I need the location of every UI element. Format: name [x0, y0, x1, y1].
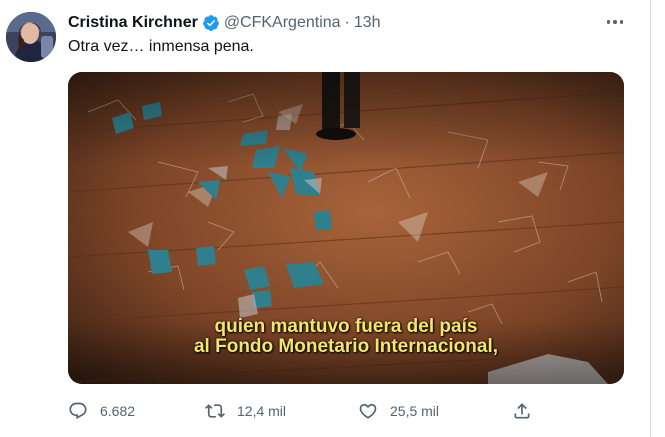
share-button[interactable] — [512, 397, 544, 425]
tweet-actions: 6.682 12,4 mil 25,5 mil — [68, 397, 628, 425]
verified-badge-icon — [202, 15, 219, 31]
tweet-video[interactable]: quien mantuvo fuera del país al Fondo Mo… — [68, 72, 624, 384]
reply-icon — [69, 402, 87, 420]
avatar[interactable] — [6, 12, 56, 62]
author-handle[interactable]: @CFKArgentina — [224, 14, 341, 32]
like-button[interactable]: 25,5 mil — [358, 397, 439, 425]
reply-count: 6.682 — [100, 403, 136, 419]
author-name[interactable]: Cristina Kirchner — [68, 14, 198, 32]
separator-dot: · — [344, 14, 350, 31]
tweet-card[interactable]: Cristina Kirchner @CFKArgentina · 13h Ot… — [0, 0, 651, 437]
video-caption-line1: quien mantuvo fuera del país — [214, 316, 478, 337]
retweet-count: 12,4 mil — [237, 403, 287, 419]
video-caption-line2: al Fondo Monetario Internacional, — [193, 336, 499, 357]
retweet-button[interactable]: 12,4 mil — [205, 397, 286, 425]
tweet-header: Cristina Kirchner @CFKArgentina · 13h — [68, 13, 381, 33]
timestamp[interactable]: 13h — [354, 14, 381, 32]
more-options-icon[interactable] — [604, 12, 626, 32]
retweet-icon — [205, 404, 225, 418]
share-icon — [514, 403, 530, 419]
tweet-text: Otra vez… inmensa pena. — [68, 38, 254, 55]
reply-button[interactable]: 6.682 — [68, 397, 135, 425]
like-count: 25,5 mil — [390, 403, 440, 419]
like-icon — [359, 403, 377, 419]
